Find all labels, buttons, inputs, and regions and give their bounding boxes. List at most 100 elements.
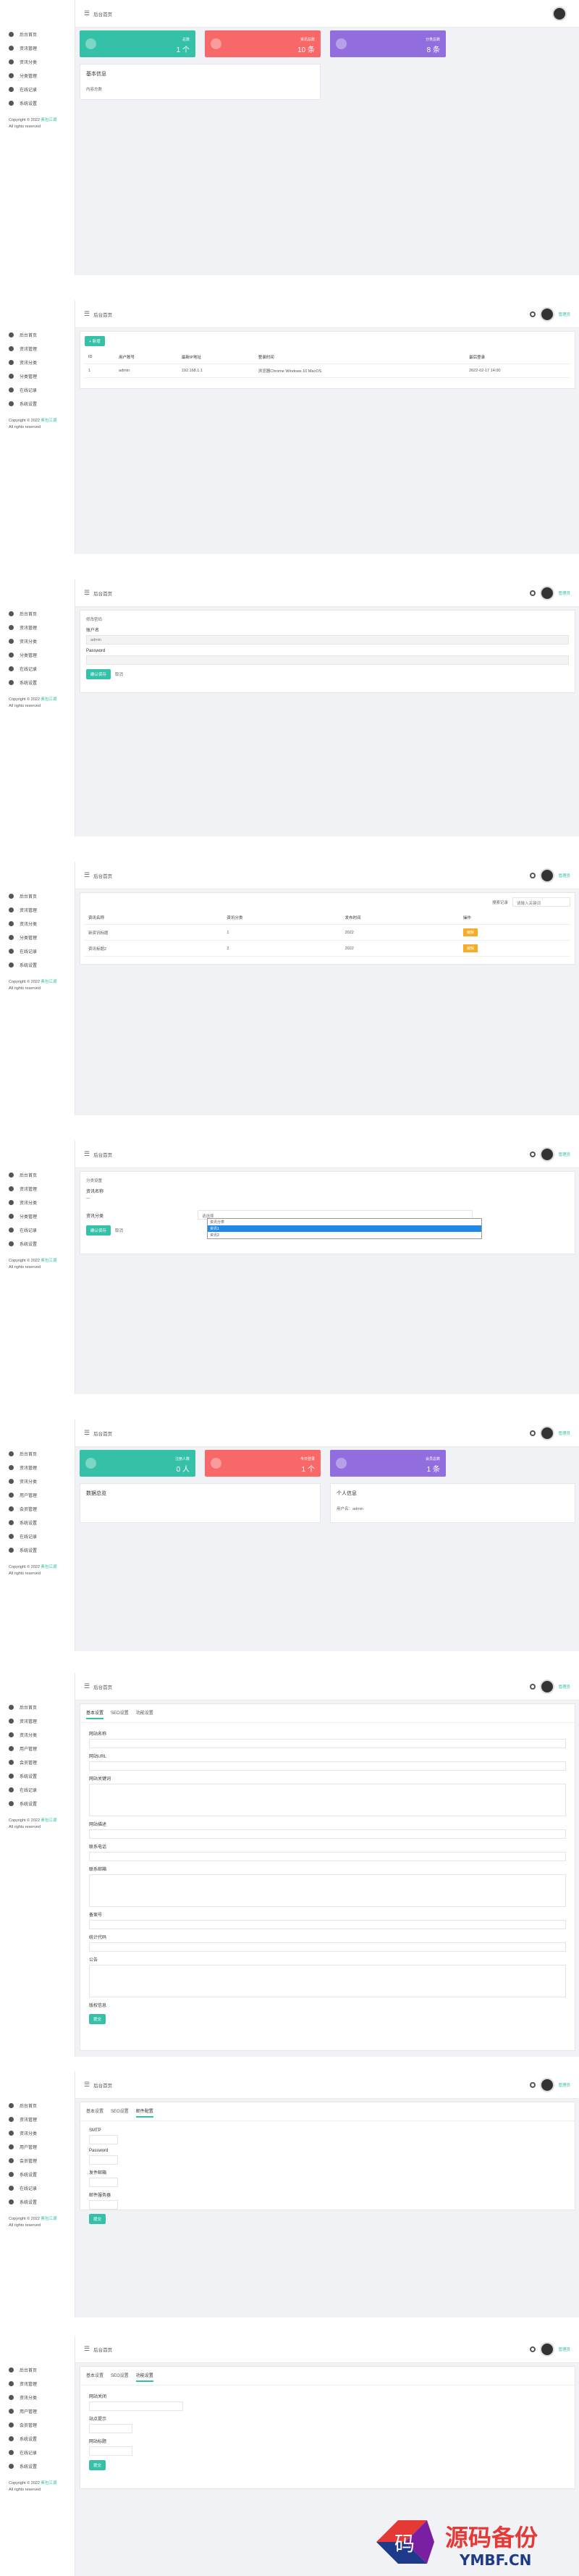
user-name[interactable]: 管理员 xyxy=(558,590,570,596)
nav-item-system[interactable]: 系统设置 xyxy=(0,2168,75,2181)
nav-item-news[interactable]: 资讯管理 xyxy=(0,2113,75,2126)
nav-item-manage[interactable]: 分类管理 xyxy=(0,648,75,662)
gear-icon[interactable] xyxy=(530,872,536,878)
tab-basic[interactable]: 基本设置 xyxy=(86,2105,103,2118)
nav-item-settings[interactable]: 系统设置 xyxy=(0,676,75,689)
nav-item-category[interactable]: 资讯分类 xyxy=(0,2126,75,2140)
nav-item-online[interactable]: 在线记录 xyxy=(0,383,75,397)
submit-button[interactable]: 提交 xyxy=(89,2214,106,2224)
avatar[interactable] xyxy=(540,1146,555,1162)
avatar[interactable] xyxy=(540,585,555,600)
tab-function[interactable]: 功能设置 xyxy=(136,1707,153,1719)
avatar[interactable] xyxy=(540,868,555,883)
nav-item-settings[interactable]: 系统设置 xyxy=(0,2459,75,2473)
menu-icon[interactable]: ☰ xyxy=(84,2345,90,2353)
gear-icon[interactable] xyxy=(530,1151,536,1157)
site-url-field[interactable] xyxy=(89,1761,566,1771)
user-name[interactable]: 管理员 xyxy=(558,1684,570,1690)
nav-item-settings[interactable]: 系统设置 xyxy=(0,1543,75,1557)
save-button[interactable]: 确认保存 xyxy=(86,669,111,679)
site-title-field[interactable] xyxy=(89,2446,132,2456)
copyright-link[interactable]: 素包江湖 xyxy=(41,118,56,122)
avatar[interactable] xyxy=(540,2077,555,2092)
nav-item-online[interactable]: 在线记录 xyxy=(0,1783,75,1797)
user-name[interactable]: 管理员 xyxy=(558,311,570,317)
gear-icon[interactable] xyxy=(530,590,536,596)
nav-item-category[interactable]: 资讯分类 xyxy=(0,1196,75,1209)
user-name[interactable]: 管理员 xyxy=(558,2082,570,2088)
password-field[interactable] xyxy=(89,2155,118,2165)
menu-icon[interactable]: ☰ xyxy=(84,2081,90,2089)
avatar[interactable] xyxy=(552,6,567,21)
nav-item-online[interactable]: 在线记录 xyxy=(0,2181,75,2195)
nav-item-manage[interactable]: 分类管理 xyxy=(0,1209,75,1223)
nav-item-category[interactable]: 资讯分类 xyxy=(0,1474,75,1488)
nav-item-users[interactable]: 用户管理 xyxy=(0,2404,75,2418)
nav-item-settings[interactable]: 系统设置 xyxy=(0,96,75,110)
nav-item-users[interactable]: 用户管理 xyxy=(0,2140,75,2154)
user-name[interactable]: 管理员 xyxy=(558,1430,570,1436)
nav-item-news[interactable]: 资讯管理 xyxy=(0,1182,75,1196)
sender-field[interactable] xyxy=(89,2178,118,2187)
nav-item-news[interactable]: 资讯管理 xyxy=(0,342,75,356)
stats-code-field[interactable] xyxy=(89,1942,566,1952)
category-dropdown[interactable]: 资讯分类 资讯1 资讯2 xyxy=(207,1218,482,1239)
notice-field[interactable] xyxy=(89,1965,566,1997)
gear-icon[interactable] xyxy=(530,1430,536,1436)
nav-item-online[interactable]: 在线记录 xyxy=(0,662,75,676)
tab-category[interactable]: 分类设置 xyxy=(86,1178,569,1183)
gear-icon[interactable] xyxy=(530,1683,536,1690)
nav-item-members[interactable]: 会员管理 xyxy=(0,1502,75,1516)
user-name[interactable]: 管理员 xyxy=(558,2346,570,2352)
tab-basic[interactable]: 基本设置 xyxy=(86,2370,103,2382)
site-close-field[interactable] xyxy=(89,2401,183,2411)
tab-mail[interactable]: 邮件配置 xyxy=(135,2105,153,2118)
gear-icon[interactable] xyxy=(530,311,536,317)
tab-seo[interactable]: SEO设置 xyxy=(111,2370,129,2382)
reset-button[interactable]: 取消 xyxy=(115,671,123,677)
add-button[interactable]: + 新增 xyxy=(85,336,105,346)
nav-item-home[interactable]: 后台首页 xyxy=(0,889,75,903)
nav-item-settings[interactable]: 系统设置 xyxy=(0,397,75,411)
server-field[interactable] xyxy=(89,2200,118,2210)
edit-button[interactable]: 编辑 xyxy=(462,944,478,952)
nav-item-home[interactable]: 后台首页 xyxy=(0,607,75,621)
nav-item-members[interactable]: 会员管理 xyxy=(0,2418,75,2432)
nav-item-manage[interactable]: 分类管理 xyxy=(0,69,75,83)
nav-item-users[interactable]: 用户管理 xyxy=(0,1488,75,1502)
nav-item-home[interactable]: 后台首页 xyxy=(0,28,75,41)
site-name-field[interactable] xyxy=(89,1739,566,1748)
tab-basic[interactable]: 基本设置 xyxy=(86,1707,104,1719)
nav-item-news[interactable]: 资讯管理 xyxy=(0,903,75,917)
avatar[interactable] xyxy=(540,306,555,322)
tab-seo[interactable]: SEO设置 xyxy=(111,2105,129,2118)
nav-item-home[interactable]: 后台首页 xyxy=(0,2363,75,2377)
nav-item-online[interactable]: 在线记录 xyxy=(0,1530,75,1543)
user-name[interactable]: 管理员 xyxy=(558,1151,570,1157)
nav-item-news[interactable]: 资讯管理 xyxy=(0,41,75,55)
nav-item-category[interactable]: 资讯分类 xyxy=(0,634,75,648)
description-field[interactable] xyxy=(89,1829,566,1839)
nav-item-settings[interactable]: 系统设置 xyxy=(0,1797,75,1811)
nav-item-news[interactable]: 资讯管理 xyxy=(0,621,75,634)
nav-item-home[interactable]: 后台首页 xyxy=(0,1700,75,1714)
nav-item-home[interactable]: 后台首页 xyxy=(0,1168,75,1182)
menu-icon[interactable]: ☰ xyxy=(84,9,90,17)
site-tip-field[interactable] xyxy=(89,2424,132,2433)
dropdown-option[interactable]: 资讯分类 xyxy=(208,1219,481,1225)
nav-item-home[interactable]: 后台首页 xyxy=(0,1447,75,1461)
avatar[interactable] xyxy=(540,2341,555,2357)
menu-icon[interactable]: ☰ xyxy=(84,310,90,318)
nav-item-category[interactable]: 资讯分类 xyxy=(0,55,75,69)
nav-item-online[interactable]: 在线记录 xyxy=(0,83,75,96)
nav-item-category[interactable]: 资讯分类 xyxy=(0,2391,75,2404)
nav-item-users[interactable]: 用户管理 xyxy=(0,1742,75,1755)
dropdown-option[interactable]: 资讯1 xyxy=(208,1225,481,1232)
keywords-field[interactable] xyxy=(89,1784,566,1816)
menu-icon[interactable]: ☰ xyxy=(84,1150,90,1158)
nav-item-settings[interactable]: 系统设置 xyxy=(0,958,75,972)
dropdown-option[interactable]: 资讯2 xyxy=(208,1232,481,1238)
submit-button[interactable]: 提交 xyxy=(89,2460,106,2470)
password-field[interactable] xyxy=(86,655,569,665)
nav-item-system[interactable]: 系统设置 xyxy=(0,1516,75,1530)
